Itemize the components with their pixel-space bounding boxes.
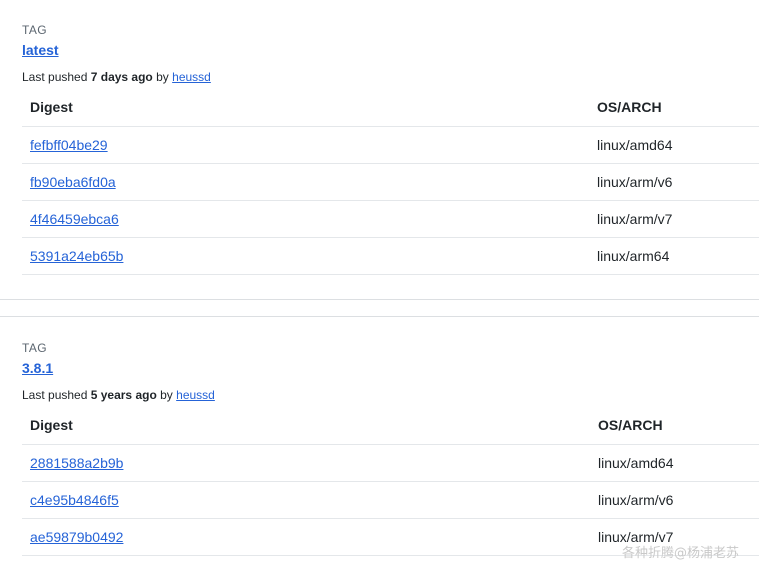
table-row: fefbff04be29 linux/amd64 [22,127,759,164]
last-pushed-by: by [156,70,169,84]
last-pushed-by: by [160,388,173,402]
digest-column-header: Digest [30,417,73,433]
tag-label: TAG [22,23,47,37]
pushed-user-link[interactable]: heussd [172,70,211,84]
tag-label: TAG [22,341,47,355]
os-arch-column-header: OS/ARCH [597,99,662,115]
os-arch-value: linux/arm64 [597,248,670,264]
digest-link[interactable]: 2881588a2b9b [30,455,123,471]
digest-column-header: Digest [30,99,73,115]
table-row: 4f46459ebca6 linux/arm/v7 [22,201,759,238]
table-row: c4e95b4846f5 linux/arm/v6 [22,482,759,519]
os-arch-column-header: OS/ARCH [598,417,663,433]
digest-link[interactable]: fefbff04be29 [30,137,108,153]
digest-link[interactable]: c4e95b4846f5 [30,492,119,508]
os-arch-value: linux/arm/v6 [597,174,673,190]
last-pushed-prefix: Last pushed [22,388,88,402]
digest-link[interactable]: 5391a24eb65b [30,248,123,264]
os-arch-value: linux/arm/v6 [598,492,674,508]
section-divider [0,316,759,317]
last-pushed-info: Last pushed 5 years ago by heussd [22,388,215,402]
last-pushed-age: 7 days ago [90,70,153,84]
last-pushed-prefix: Last pushed [22,70,88,84]
digest-table: Digest OS/ARCH 2881588a2b9b linux/amd64 … [22,406,759,556]
table-row: fb90eba6fd0a linux/arm/v6 [22,164,759,201]
os-arch-value: linux/amd64 [597,137,673,153]
pushed-user-link[interactable]: heussd [176,388,215,402]
last-pushed-info: Last pushed 7 days ago by heussd [22,70,211,84]
tag-name-link[interactable]: latest [22,42,59,58]
tag-name-link[interactable]: 3.8.1 [22,360,53,376]
digest-table: Digest OS/ARCH fefbff04be29 linux/amd64 … [22,88,759,275]
section-divider [0,299,759,300]
tags-page: TAG latest Last pushed 7 days ago by heu… [0,0,759,581]
digest-link[interactable]: fb90eba6fd0a [30,174,116,190]
table-row: 2881588a2b9b linux/amd64 [22,445,759,482]
last-pushed-age: 5 years ago [90,388,157,402]
table-header: Digest OS/ARCH [22,406,759,445]
os-arch-value: linux/arm/v7 [597,211,673,227]
os-arch-value: linux/amd64 [598,455,674,471]
digest-link[interactable]: 4f46459ebca6 [30,211,119,227]
digest-link[interactable]: ae59879b0492 [30,529,123,545]
watermark-text: 各种折腾@杨浦老苏 [621,546,739,561]
table-header: Digest OS/ARCH [22,88,759,127]
table-row: 5391a24eb65b linux/arm64 [22,238,759,275]
